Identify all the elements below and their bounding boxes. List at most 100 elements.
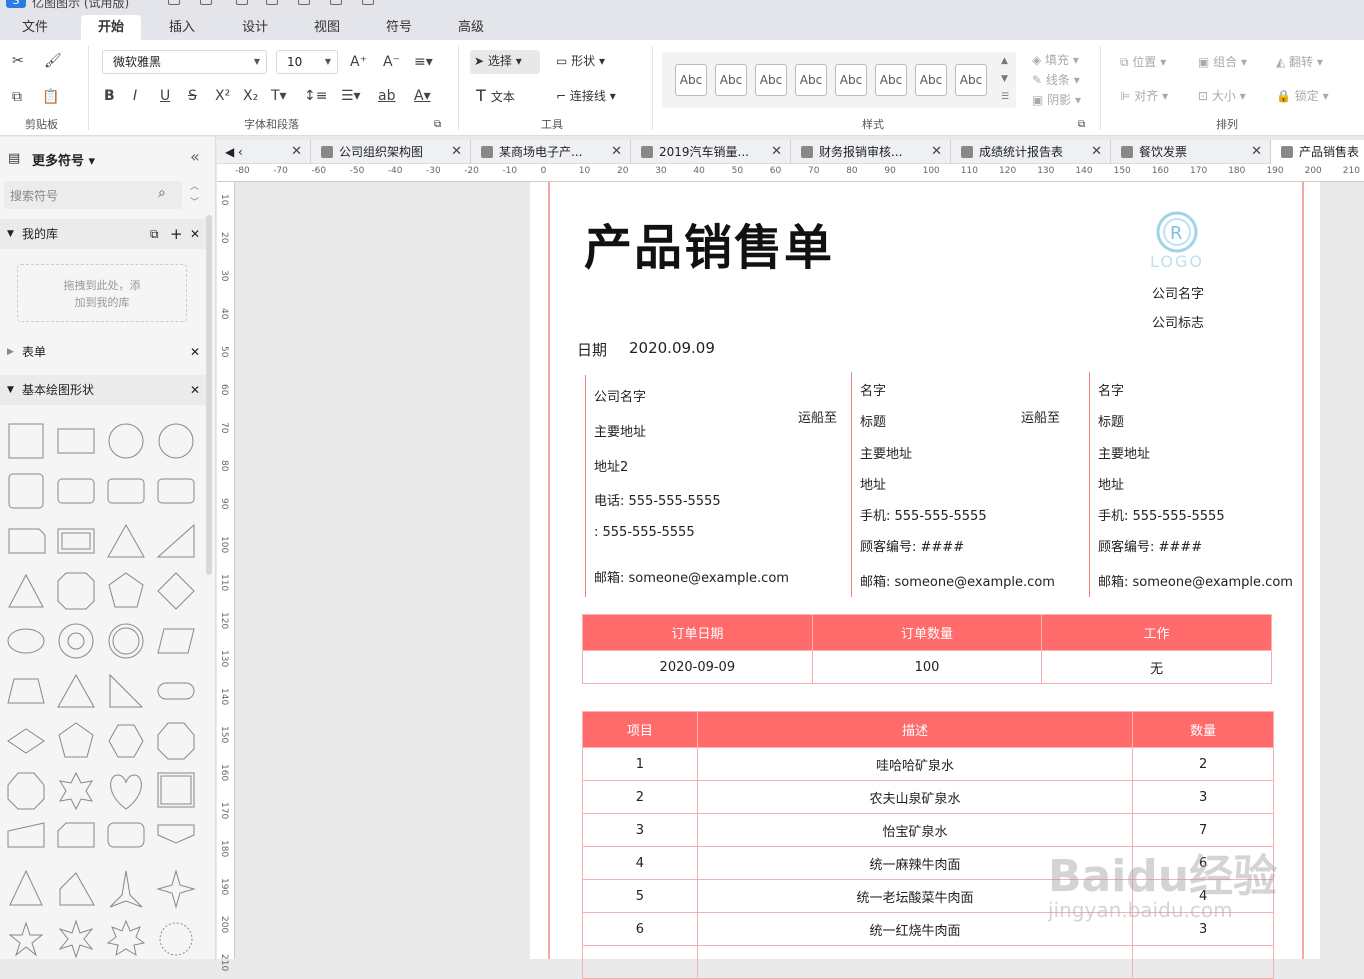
table-cell[interactable]: 2 xyxy=(1132,747,1274,781)
new-icon[interactable] xyxy=(236,0,248,5)
ship-to-label[interactable]: 运船至 xyxy=(798,407,837,426)
tab-mall-products[interactable]: 某商场电子产... ✕ xyxy=(471,140,631,164)
my-library-header[interactable]: ▼ 我的库 ⧉ + ✕ xyxy=(0,219,206,249)
close-icon[interactable]: ✕ xyxy=(451,140,462,164)
table-cell[interactable]: 2 xyxy=(582,780,698,814)
table-cell[interactable]: 2020-09-09 xyxy=(582,650,813,684)
gallery-more-icon[interactable]: ☰ xyxy=(1001,88,1009,106)
recipient-address2[interactable]: 地址 xyxy=(1098,474,1124,493)
tab-home[interactable]: 开始 xyxy=(81,15,141,40)
export-icon[interactable] xyxy=(362,0,374,5)
sender-company[interactable]: 公司名字 xyxy=(594,386,646,405)
table-cell[interactable] xyxy=(582,945,698,979)
line-button[interactable]: ✎ 线条 ▾ xyxy=(1032,71,1080,89)
collapse-panel-icon[interactable]: « xyxy=(190,147,200,166)
table-cell[interactable] xyxy=(696,945,1134,979)
style-swatch-2[interactable]: Abc xyxy=(715,64,747,96)
font-color-icon[interactable]: A▾ xyxy=(414,87,431,105)
more-symbols-button[interactable]: 更多符号 ▾ xyxy=(32,150,95,169)
format-painter-icon[interactable]: 🖌 xyxy=(44,52,62,70)
import-icon[interactable]: ⧉ xyxy=(150,219,159,249)
tab-insert[interactable]: 插入 xyxy=(152,15,212,40)
lock-button[interactable]: 🔒 锁定 ▾ xyxy=(1276,87,1329,105)
close-icon[interactable]: ✕ xyxy=(291,140,302,164)
size-button[interactable]: ⊡ 大小 ▾ xyxy=(1198,87,1246,105)
sender-address[interactable]: 主要地址 xyxy=(594,421,646,440)
tab-restaurant-invoice[interactable]: 餐饮发票 ✕ xyxy=(1111,140,1271,164)
recipient-address[interactable]: 主要地址 xyxy=(860,443,912,462)
superscript-icon[interactable]: X² xyxy=(215,87,230,105)
font-size-select[interactable]: 10 ▼ xyxy=(276,50,338,74)
basic-shapes-header[interactable]: ▼ 基本绘图形状 ✕ xyxy=(0,375,206,405)
tab-grade-report[interactable]: 成绩统计报告表 ✕ xyxy=(951,140,1111,164)
recipient-title[interactable]: 标题 xyxy=(1098,411,1124,430)
bold-icon[interactable]: B xyxy=(104,87,115,105)
table-cell[interactable] xyxy=(1132,945,1274,979)
document-title[interactable]: 产品销售单 xyxy=(584,208,834,278)
font-family-select[interactable]: 微软雅黑 ▼ xyxy=(102,50,267,74)
recipient-email[interactable]: 邮箱: someone@example.com xyxy=(860,571,1055,590)
tab-product-sales[interactable]: 产品销售表 xyxy=(1271,140,1364,164)
cut-icon[interactable]: ✂ xyxy=(12,52,24,70)
paste-icon[interactable]: 📋 xyxy=(42,88,59,106)
style-swatch-1[interactable]: Abc xyxy=(675,64,707,96)
font-grow-icon[interactable]: A⁺ xyxy=(350,53,367,71)
library-drop-zone[interactable]: 拖拽到此处，添 加到我的库 xyxy=(17,264,187,322)
date-label[interactable]: 日期 xyxy=(577,339,607,360)
sender-phone[interactable]: 电话: 555-555-5555 xyxy=(594,490,721,509)
tab-file[interactable]: 文件 xyxy=(5,15,65,40)
recipient-address[interactable]: 主要地址 xyxy=(1098,443,1150,462)
recipient-mobile[interactable]: 手机: 555-555-5555 xyxy=(1098,505,1225,524)
position-button[interactable]: ⧉ 位置 ▾ xyxy=(1120,53,1166,71)
fill-button[interactable]: ◈ 填充 ▾ xyxy=(1032,51,1079,69)
table-cell[interactable]: 哇哈哈矿泉水 xyxy=(696,747,1134,781)
table-cell[interactable]: 3 xyxy=(1132,780,1274,814)
bullet-list-icon[interactable]: ☰▾ xyxy=(341,87,361,105)
close-icon[interactable]: ✕ xyxy=(1091,140,1102,164)
table-cell[interactable]: 4 xyxy=(582,846,698,880)
recipient-address2[interactable]: 地址 xyxy=(860,474,886,493)
gallery-up-icon[interactable]: ▲ xyxy=(1001,52,1008,70)
close-icon[interactable]: ✕ xyxy=(190,337,200,367)
undo-icon[interactable] xyxy=(168,0,180,5)
tab-car-sales[interactable]: 2019汽车销量... ✕ xyxy=(631,140,791,164)
subscript-icon[interactable]: X₂ xyxy=(243,87,258,105)
table-row[interactable]: 2020-09-09 100 无 xyxy=(582,650,1272,684)
tab-advanced[interactable]: 高级 xyxy=(441,15,501,40)
style-swatch-6[interactable]: Abc xyxy=(875,64,907,96)
table-row[interactable]: 1 哇哈哈矿泉水 2 xyxy=(582,747,1274,781)
font-shrink-icon[interactable]: A⁻ xyxy=(383,53,400,71)
scroll-down-icon[interactable]: ﹀ xyxy=(190,195,199,208)
tab-back[interactable]: ◀ ‹ ✕ xyxy=(217,140,311,164)
sender-email[interactable]: 邮箱: someone@example.com xyxy=(594,567,789,586)
dialog-launcher-icon[interactable]: ⧉ xyxy=(434,116,441,134)
dialog-launcher-icon[interactable]: ⧉ xyxy=(1078,116,1085,134)
form-library-header[interactable]: ▶ 表单 ✕ xyxy=(0,337,206,367)
recipient-title[interactable]: 标题 xyxy=(860,411,886,430)
gallery-down-icon[interactable]: ▼ xyxy=(1001,70,1008,88)
copy-icon[interactable]: ⧉ xyxy=(12,88,22,106)
style-swatch-5[interactable]: Abc xyxy=(835,64,867,96)
company-name[interactable]: 公司名字 xyxy=(1152,283,1204,302)
connector-tool-button[interactable]: ⌐ 连接线 ▾ xyxy=(556,85,616,109)
order-table[interactable]: 订单日期 订单数量 工作 2020-09-09 100 无 xyxy=(582,614,1272,684)
shape-tool-button[interactable]: ▭ 形状 ▾ xyxy=(556,50,605,74)
ship-to-label[interactable]: 运船至 xyxy=(1021,407,1060,426)
table-cell[interactable]: 100 xyxy=(811,650,1043,684)
text-case-icon[interactable]: T▾ xyxy=(271,87,287,105)
company-sign[interactable]: 公司标志 xyxy=(1152,312,1204,331)
tab-design[interactable]: 设计 xyxy=(225,15,285,40)
search-icon[interactable]: ⌕ xyxy=(158,185,166,201)
search-box[interactable]: 搜索符号 ⌕ xyxy=(4,181,182,209)
close-icon[interactable]: ✕ xyxy=(931,140,942,164)
recipient-customer-no[interactable]: 顾客编号: #### xyxy=(1098,536,1202,555)
table-row[interactable] xyxy=(582,945,1274,979)
line-spacing-icon[interactable]: ↕≡ xyxy=(304,87,327,105)
recipient-name[interactable]: 名字 xyxy=(1098,380,1124,399)
table-cell[interactable]: 3 xyxy=(582,813,698,847)
redo-icon[interactable] xyxy=(200,0,212,5)
recipient-mobile[interactable]: 手机: 555-555-5555 xyxy=(860,505,987,524)
style-swatch-7[interactable]: Abc xyxy=(915,64,947,96)
tab-symbol[interactable]: 符号 xyxy=(369,15,429,40)
tab-view[interactable]: 视图 xyxy=(297,15,357,40)
